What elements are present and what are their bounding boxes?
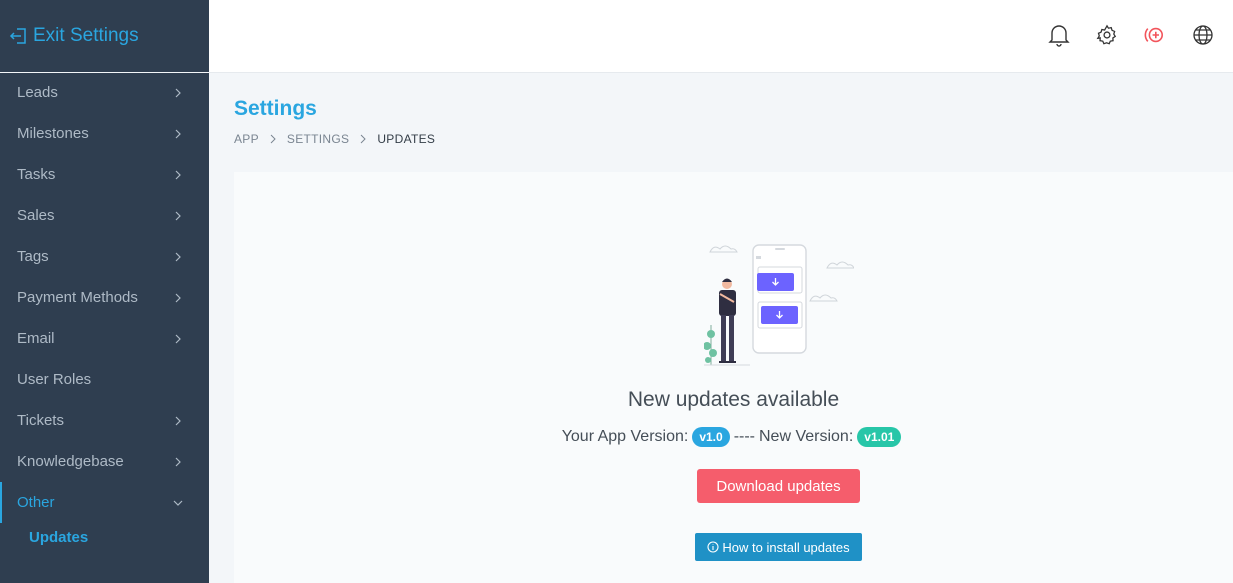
chevron-down-icon [173,498,183,508]
chevron-right-icon [173,170,183,180]
sidebar-item-leads[interactable]: Leads [0,72,209,113]
sidebar-item-label: User Roles [17,371,92,388]
add-circle-icon[interactable] [1143,22,1167,48]
sidebar-item-label: Payment Methods [17,289,138,306]
app-version-badge: v1.0 [692,427,730,447]
how-to-install-button[interactable]: How to install updates [695,533,862,561]
chevron-right-icon [173,252,183,262]
sidebar-item-label: Tasks [17,166,56,183]
sidebar-item-other[interactable]: Other [0,482,209,523]
sidebar-item-label: Tags [17,248,49,265]
chevron-right-icon [173,457,183,467]
sidebar-item-label: Other [17,494,55,511]
sidebar-item-sales[interactable]: Sales [0,195,209,236]
page-title: Settings [234,97,317,120]
breadcrumb-item-updates: UPDATES [377,132,436,146]
chevron-right-icon [359,134,367,144]
breadcrumb-item-settings[interactable]: SETTINGS [287,132,349,146]
new-version-label: New Version: [759,428,854,445]
sidebar-subitem-label: Updates [29,528,89,546]
sidebar: Exit Settings Leads Milestones Tasks Sal… [0,0,209,583]
updates-card: New updates available Your App Version: … [234,172,1233,583]
exit-settings-label: Exit Settings [33,25,139,46]
sidebar-item-label: Knowledgebase [17,453,124,470]
sidebar-item-tasks[interactable]: Tasks [0,154,209,195]
version-separator: ---- [733,428,755,445]
sidebar-item-payment-methods[interactable]: Payment Methods [0,277,209,318]
sidebar-item-label: Leads [17,84,58,101]
sidebar-item-milestones[interactable]: Milestones [0,113,209,154]
chevron-right-icon [173,129,183,139]
sidebar-item-user-roles[interactable]: User Roles [0,359,209,400]
bell-icon[interactable] [1047,22,1071,48]
breadcrumb-item-app[interactable]: APP [234,132,259,146]
chevron-right-icon [173,416,183,426]
topbar [209,0,1233,73]
exit-settings-link[interactable]: Exit Settings [0,0,209,73]
sidebar-subitem-updates[interactable]: Updates [0,523,209,551]
updates-available-title: New updates available [627,388,840,411]
update-illustration [703,242,855,367]
version-row: Your App Version: v1.0 ---- New Version:… [234,427,1233,447]
new-version-badge: v1.01 [857,427,902,447]
chevron-right-icon [173,211,183,221]
chevron-right-icon [269,134,277,144]
chevron-right-icon [173,334,183,344]
sidebar-item-label: Sales [17,207,55,224]
gear-icon[interactable] [1095,22,1119,48]
sidebar-item-label: Email [17,330,55,347]
globe-icon[interactable] [1191,22,1215,48]
sidebar-item-label: Tickets [17,412,64,429]
sidebar-item-knowledgebase[interactable]: Knowledgebase [0,441,209,482]
sidebar-item-label: Milestones [17,125,89,142]
settings-menu: Leads Milestones Tasks Sales Tags Paymen… [0,72,209,551]
how-to-install-label: How to install updates [722,539,850,555]
sidebar-item-email[interactable]: Email [0,318,209,359]
topbar-icons [1047,22,1215,48]
sidebar-item-tickets[interactable]: Tickets [0,400,209,441]
chevron-right-icon [173,88,183,98]
chevron-right-icon [173,293,183,303]
info-icon [707,541,719,553]
app-version-label: Your App Version: [561,428,689,445]
exit-icon [9,26,29,46]
breadcrumb: APP SETTINGS UPDATES [234,132,435,146]
download-updates-button[interactable]: Download updates [697,469,860,503]
sidebar-item-tags[interactable]: Tags [0,236,209,277]
